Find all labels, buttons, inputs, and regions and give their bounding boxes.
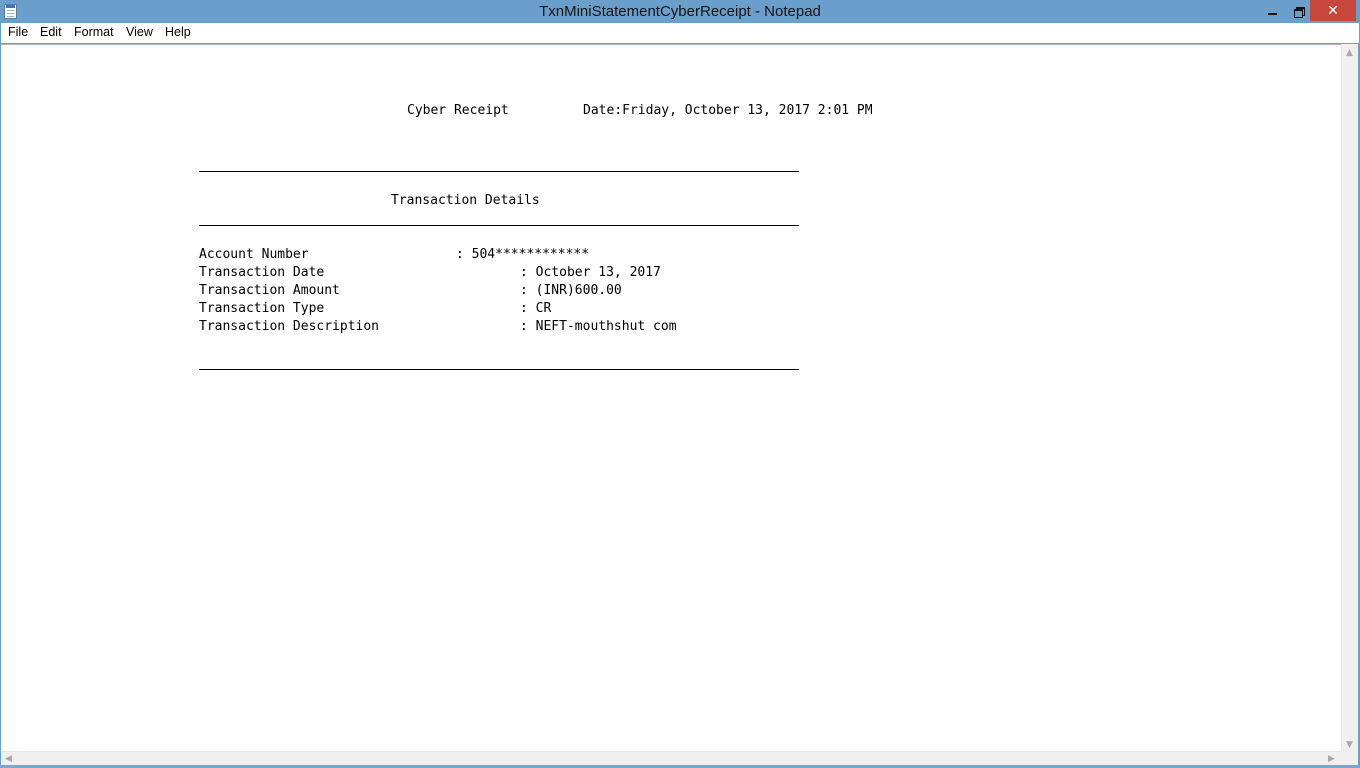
menu-format[interactable]: Format [74,25,114,39]
scroll-left-arrow-icon[interactable]: ◀ [5,755,12,764]
editor-frame: Cyber Receipt Date:Friday, October 13, 2… [0,43,1360,768]
menu-edit[interactable]: Edit [40,25,62,39]
minimize-icon [1267,12,1277,15]
scroll-down-arrow-icon[interactable]: ▼ [1346,741,1353,750]
menu-bar: File Edit Format View Help [0,23,1360,43]
document-text: Cyber Receipt Date:Friday, October 13, 2… [1,45,1341,751]
title-bar[interactable]: TxnMiniStatementCyberReceipt - Notepad ✕ [0,0,1360,23]
row-label-transaction-description: Transaction Description [199,319,380,334]
restore-button[interactable] [1284,0,1312,21]
row-value-transaction-amount: : (INR)600.00 [520,283,622,298]
text-editor-area[interactable]: Cyber Receipt Date:Friday, October 13, 2… [1,44,1341,751]
divider-middle [199,225,799,226]
row-label-account-number: Account Number [199,247,309,262]
menu-view[interactable]: View [126,25,153,39]
window-title: TxnMiniStatementCyberReceipt - Notepad [539,3,821,20]
close-icon: ✕ [1327,2,1339,19]
scroll-right-arrow-icon[interactable]: ▶ [1328,755,1335,764]
menu-help[interactable]: Help [165,25,191,39]
row-value-transaction-type: : CR [520,301,552,316]
restore-icon [1293,6,1305,18]
menu-file[interactable]: File [8,25,28,39]
row-value-transaction-description: : NEFT-mouthshut com [520,319,677,334]
row-label-transaction-amount: Transaction Amount [199,283,340,298]
section-title: Transaction Details [391,193,540,208]
minimize-button[interactable] [1258,0,1286,21]
vertical-scrollbar[interactable] [1341,44,1358,751]
row-label-transaction-date: Transaction Date [199,265,325,280]
row-value-account-number: : 504************ [456,247,590,262]
receipt-title: Cyber Receipt [407,103,509,118]
row-value-transaction-date: : October 13, 2017 [520,265,661,280]
divider-bottom [199,369,799,370]
divider-top [199,171,799,172]
receipt-date: Date:Friday, October 13, 2017 2:01 PM [583,103,873,118]
row-label-transaction-type: Transaction Type [199,301,325,316]
close-button[interactable]: ✕ [1310,0,1356,21]
scroll-up-arrow-icon[interactable]: ▲ [1346,49,1353,58]
